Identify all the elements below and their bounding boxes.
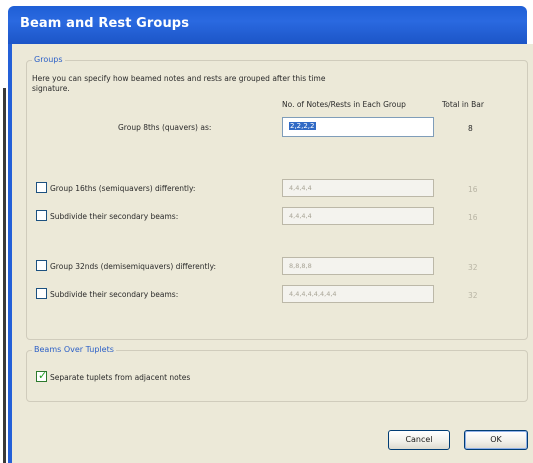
group-thirtyseconds-total: 32 <box>468 263 478 272</box>
group-thirtyseconds-value: 8,8,8,8 <box>289 262 312 270</box>
subdivide-thirtyseconds-checkbox[interactable] <box>36 288 47 299</box>
groups-description-line2: signature. <box>32 84 70 93</box>
group-sixteenths-value: 4,4,4,4 <box>289 184 312 192</box>
group-sixteenths-total: 16 <box>468 185 478 194</box>
group-thirtyseconds-checkbox[interactable] <box>36 260 47 271</box>
subdivide-thirtyseconds-input[interactable]: 4,4,4,4,4,4,4,4 <box>282 285 434 303</box>
separate-tuplets-checkbox[interactable]: ✓ <box>36 369 48 382</box>
group-eighths-total: 8 <box>468 124 473 133</box>
group-eighths-label: Group 8ths (quavers) as: <box>118 123 212 132</box>
total-in-bar-header: Total in Bar <box>442 100 484 109</box>
notes-per-group-header: No. of Notes/Rests in Each Group <box>282 100 406 109</box>
tuplets-label: Beams Over Tuplets <box>32 345 116 354</box>
subdivide-sixteenths-total: 16 <box>468 213 478 222</box>
group-sixteenths-input[interactable]: 4,4,4,4 <box>282 179 434 197</box>
group-eighths-value: 2,2,2,2 <box>289 122 316 130</box>
dialog-window: Beam and Rest Groups Groups Here you can… <box>0 0 533 463</box>
groups-description-line1: Here you can specify how beamed notes an… <box>32 74 326 83</box>
subdivide-sixteenths-checkbox[interactable] <box>36 210 47 221</box>
group-thirtyseconds-label: Group 32nds (demisemiquavers) differentl… <box>50 262 216 271</box>
title-bar[interactable]: Beam and Rest Groups <box>8 6 527 44</box>
subdivide-thirtyseconds-total: 32 <box>468 291 478 300</box>
group-sixteenths-checkbox[interactable] <box>36 182 47 193</box>
checkmark-icon: ✓ <box>38 369 48 382</box>
separate-tuplets-label: Separate tuplets from adjacent notes <box>50 373 191 382</box>
background-window-edge <box>3 88 6 463</box>
subdivide-sixteenths-input[interactable]: 4,4,4,4 <box>282 207 434 225</box>
cancel-button[interactable]: Cancel <box>388 430 450 450</box>
dialog-title: Beam and Rest Groups <box>20 16 190 31</box>
ok-button[interactable]: OK <box>464 430 528 450</box>
subdivide-sixteenths-value: 4,4,4,4 <box>289 212 312 220</box>
group-eighths-input[interactable]: 2,2,2,2 <box>282 117 434 137</box>
group-sixteenths-label: Group 16ths (semiquavers) differently: <box>50 184 196 193</box>
groups-label: Groups <box>32 55 65 64</box>
subdivide-thirtyseconds-value: 4,4,4,4,4,4,4,4 <box>289 290 337 298</box>
subdivide-thirtyseconds-label: Subdivide their secondary beams: <box>50 290 179 299</box>
group-thirtyseconds-input[interactable]: 8,8,8,8 <box>282 257 434 275</box>
subdivide-sixteenths-label: Subdivide their secondary beams: <box>50 212 179 221</box>
dialog-body: Groups Here you can specify how beamed n… <box>12 44 533 463</box>
